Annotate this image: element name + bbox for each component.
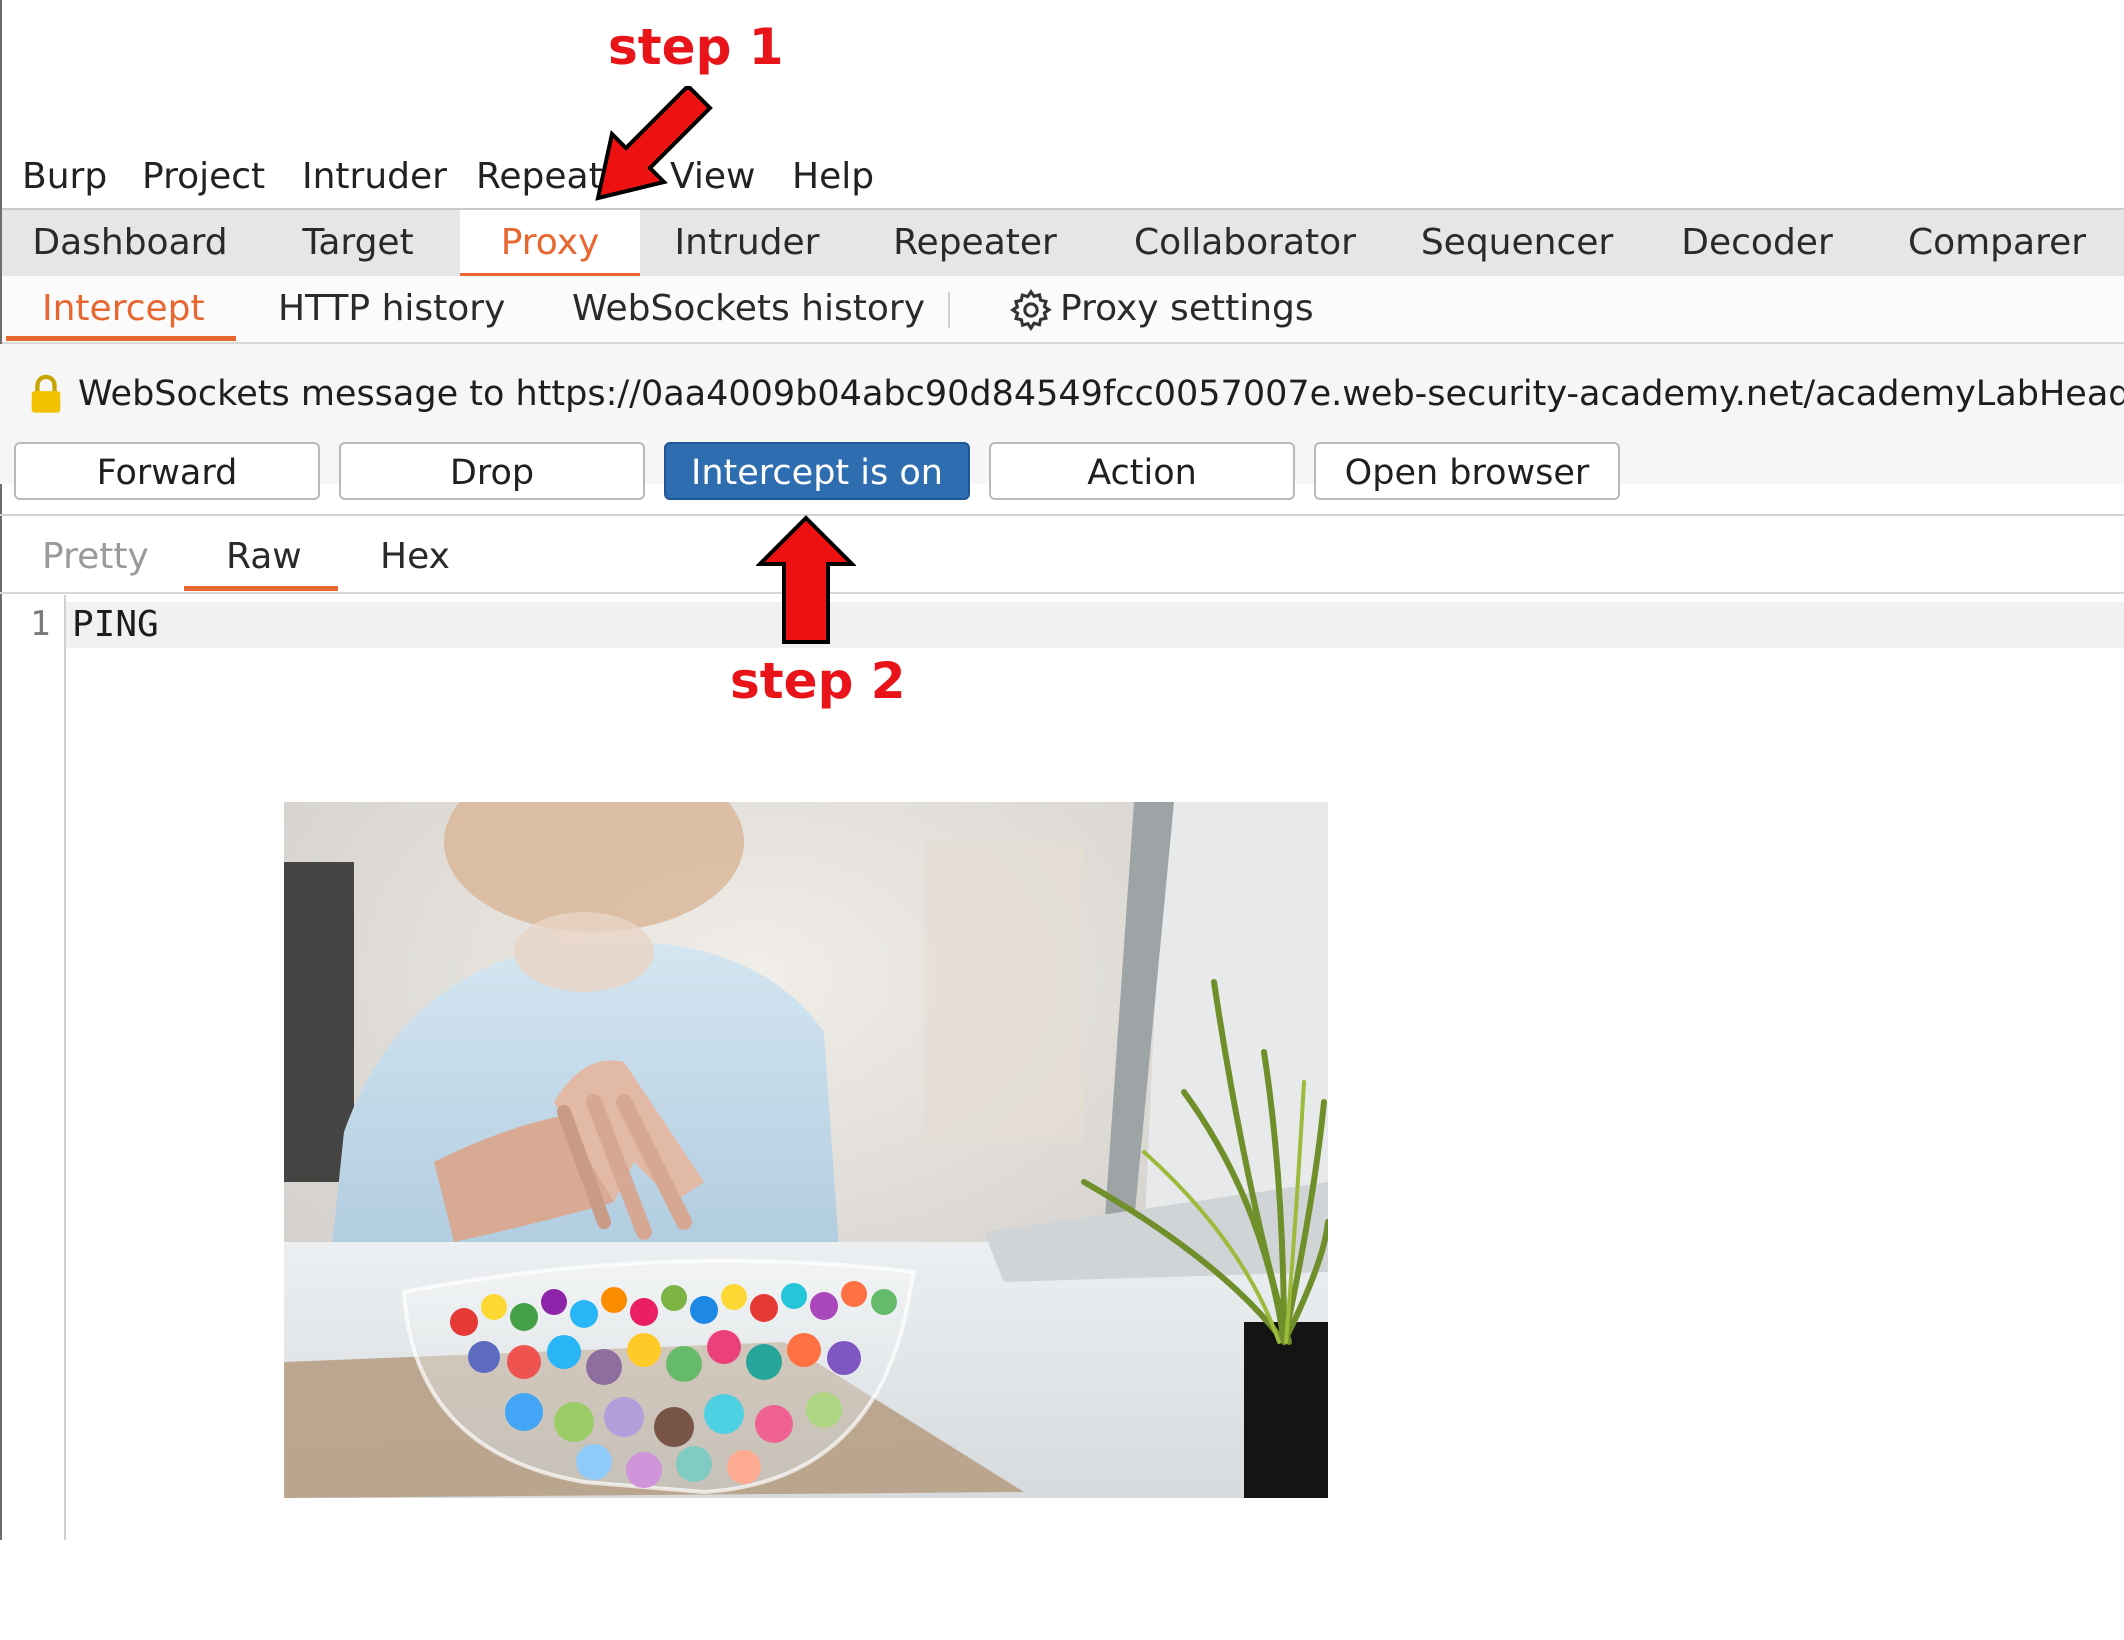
gear-icon (1010, 289, 1052, 332)
separator (948, 292, 950, 328)
open-browser-button[interactable]: Open browser (1314, 442, 1620, 500)
proxy-sub-tab-bar: Intercept HTTP history WebSockets histor… (2, 276, 2124, 344)
divider (0, 592, 2124, 594)
subtab-intercept[interactable]: Intercept (42, 276, 205, 342)
message-view-tabs: Pretty Raw Hex (0, 516, 2124, 594)
tab-intruder[interactable]: Intruder (642, 210, 852, 276)
menu-help[interactable]: Help (792, 156, 874, 197)
subtab-websockets-history[interactable]: WebSockets history (572, 276, 925, 342)
subtab-http-history[interactable]: HTTP history (278, 276, 505, 342)
tab-target[interactable]: Target (248, 210, 468, 276)
forward-button[interactable]: Forward (14, 442, 320, 500)
menu-burp[interactable]: Burp (22, 156, 107, 197)
step-2-arrow-icon (756, 515, 856, 644)
message-destination: WebSockets message to https://0aa4009b04… (78, 374, 2124, 414)
tab-decoder[interactable]: Decoder (1662, 210, 1852, 276)
lock-icon (31, 374, 61, 413)
editor-gutter-border (64, 595, 66, 1540)
subtab-active-indicator (6, 336, 236, 341)
message-body[interactable]: PING (72, 604, 159, 645)
intercept-toggle-button[interactable]: Intercept is on (664, 442, 970, 500)
drop-button[interactable]: Drop (339, 442, 645, 500)
tab-proxy[interactable]: Proxy (460, 210, 640, 278)
action-button[interactable]: Action (989, 442, 1295, 500)
candy-bowl-photo (284, 802, 1328, 1498)
candy-bowl-illustration (284, 802, 1328, 1498)
view-tab-hex[interactable]: Hex (380, 536, 450, 577)
line-number: 1 (30, 604, 51, 644)
view-tab-active-indicator (184, 586, 338, 591)
editor-current-line[interactable] (66, 602, 2124, 648)
proxy-settings-button[interactable]: Proxy settings (1008, 276, 1314, 342)
tab-repeater[interactable]: Repeater (870, 210, 1080, 276)
menu-project[interactable]: Project (142, 156, 265, 197)
step-1-arrow-icon (595, 86, 713, 201)
proxy-settings-label: Proxy settings (1060, 288, 1314, 329)
menu-intruder[interactable]: Intruder (302, 156, 447, 197)
tab-dashboard[interactable]: Dashboard (18, 210, 242, 276)
menu-bar: Burp Project Intruder Repeater View Help (2, 150, 2124, 206)
tab-collaborator[interactable]: Collaborator (1120, 210, 1370, 276)
step-2-label: step 2 (730, 652, 906, 710)
step-1-label: step 1 (608, 18, 784, 76)
intercept-panel: WebSockets message to https://0aa4009b04… (0, 344, 2124, 516)
view-tab-pretty[interactable]: Pretty (42, 536, 149, 577)
tab-sequencer[interactable]: Sequencer (1402, 210, 1632, 276)
main-tab-bar: Dashboard Target Proxy Intruder Repeater… (2, 208, 2124, 278)
view-tab-raw[interactable]: Raw (226, 536, 302, 577)
tab-comparer[interactable]: Comparer (1882, 210, 2112, 276)
